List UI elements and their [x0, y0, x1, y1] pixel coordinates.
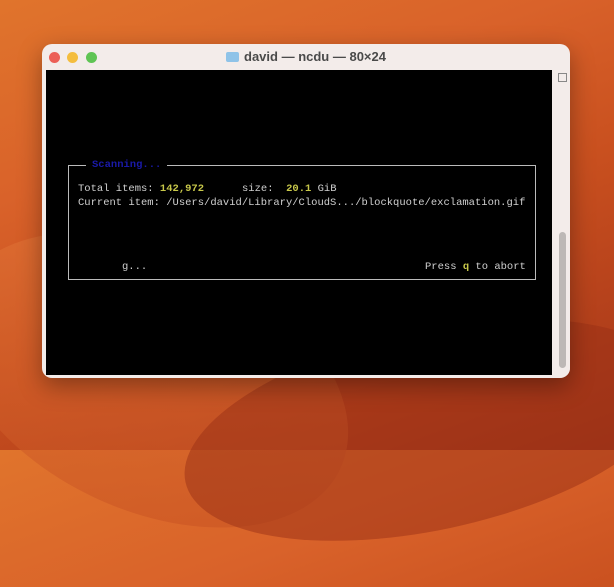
size-label: size: [242, 183, 287, 195]
current-label: Current item: [78, 197, 167, 209]
size-line: size: 20.1 GiB [242, 183, 337, 195]
total-label: Total items: [78, 183, 160, 195]
spinner: g... [122, 261, 148, 273]
scan-heading: Scanning... [86, 159, 168, 171]
current-item-line: Current item: /Users/david/Library/Cloud… [78, 197, 525, 209]
scrollbar-thumb[interactable] [559, 232, 566, 368]
terminal-window: david — ncdu — 80×24 Scanning... Total i… [42, 44, 570, 378]
terminal-content[interactable]: Scanning... Total items: 142,972 size: 2… [46, 70, 552, 375]
folder-icon [226, 52, 240, 62]
window-title-text: david — ncdu — 80×24 [244, 49, 386, 64]
scrollbar[interactable] [554, 70, 570, 375]
current-path: /Users/david/Library/CloudS.../blockquot… [166, 197, 526, 209]
abort-hint: Press q to abort [425, 261, 526, 273]
total-value: 142,972 [159, 183, 205, 195]
abort-post: to abort [469, 261, 526, 273]
total-items-line: Total items: 142,972 [78, 183, 204, 195]
size-value: 20.1 [286, 183, 312, 195]
window-title: david — ncdu — 80×24 [42, 49, 570, 64]
abort-pre: Press [425, 261, 463, 273]
marks-icon[interactable] [558, 73, 567, 82]
size-unit: GiB [311, 183, 337, 195]
title-bar[interactable]: david — ncdu — 80×24 [42, 44, 570, 70]
